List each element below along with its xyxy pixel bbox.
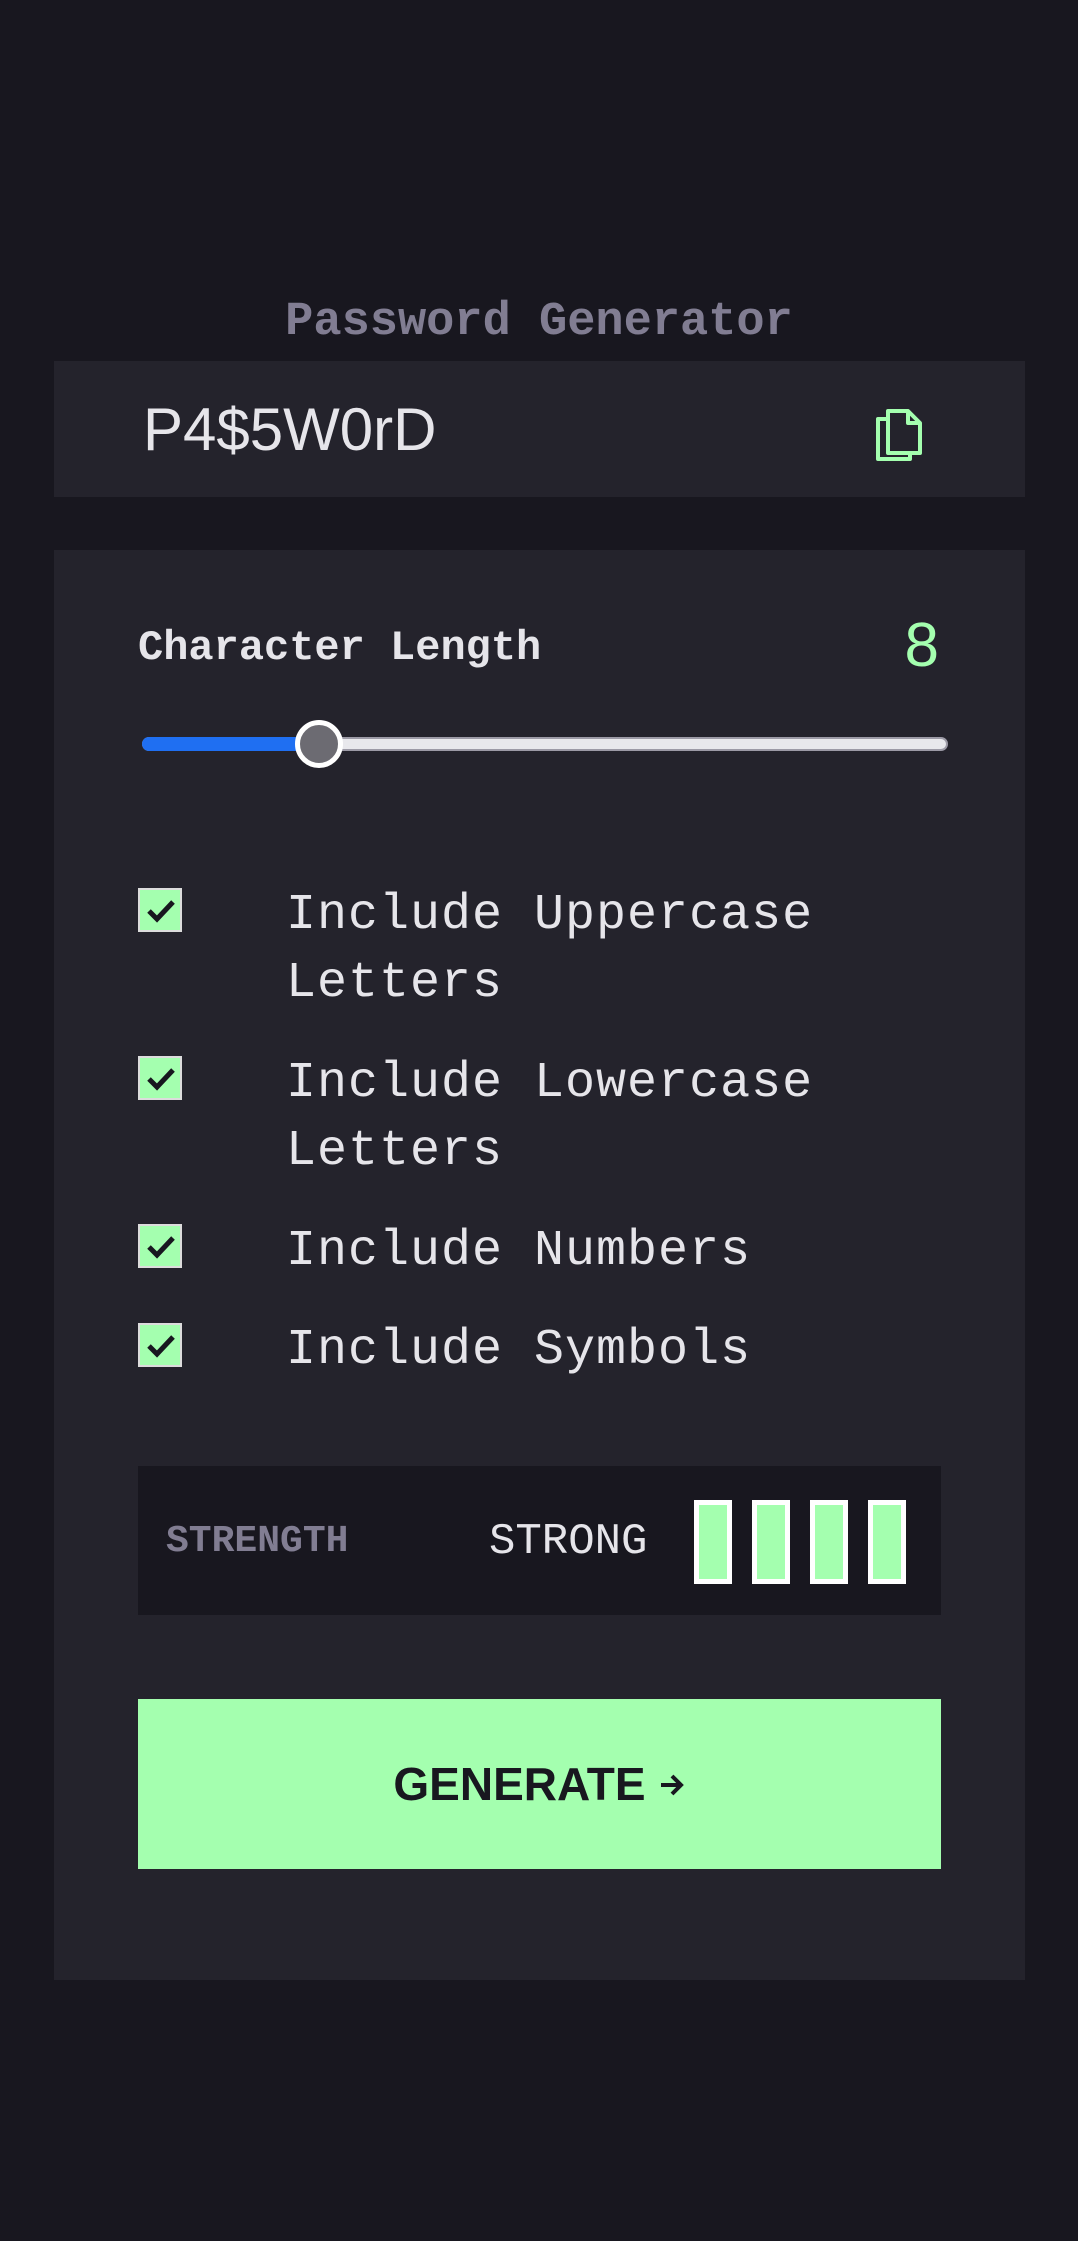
lowercase-label: Include Lowercase Letters: [286, 1055, 814, 1180]
generate-label: GENERATE: [393, 1758, 646, 1810]
strength-bar: [694, 1500, 732, 1584]
character-length-slider[interactable]: [142, 720, 948, 768]
lowercase-checkbox[interactable]: [138, 1056, 182, 1100]
copy-icon: [876, 409, 922, 461]
copy-button[interactable]: [868, 399, 928, 461]
strength-bar: [810, 1500, 848, 1584]
symbols-checkbox[interactable]: [138, 1323, 182, 1367]
uppercase-checkbox[interactable]: [138, 888, 182, 932]
checkmark-icon: [147, 1236, 175, 1259]
strength-label: STRENGTH: [166, 1520, 349, 1563]
strength-bar: [868, 1500, 906, 1584]
uppercase-label: Include Uppercase Letters: [286, 887, 814, 1012]
strength-value: STRONG: [489, 1517, 648, 1567]
character-length-value: 8: [904, 611, 939, 680]
numbers-checkbox[interactable]: [138, 1224, 182, 1268]
generate-button[interactable]: GENERATE: [138, 1699, 941, 1869]
symbols-label: Include Symbols: [286, 1322, 752, 1379]
arrow-right-icon: [660, 1774, 684, 1796]
character-length-label: Character Length: [138, 624, 542, 672]
checkmark-icon: [147, 900, 175, 923]
strength-bar: [752, 1500, 790, 1584]
checkmark-icon: [147, 1068, 175, 1091]
password-display: P4$5W0rD: [54, 361, 1025, 497]
strength-meter: STRENGTH STRONG: [138, 1466, 941, 1615]
settings-panel: Character Length 8 Include Uppercase Let…: [54, 550, 1025, 1980]
slider-thumb[interactable]: [295, 720, 343, 768]
page-title: Password Generator: [285, 296, 793, 350]
numbers-label: Include Numbers: [286, 1223, 752, 1280]
password-value: P4$5W0rD: [143, 396, 437, 463]
slider-fill: [142, 737, 319, 751]
checkmark-icon: [147, 1335, 175, 1358]
